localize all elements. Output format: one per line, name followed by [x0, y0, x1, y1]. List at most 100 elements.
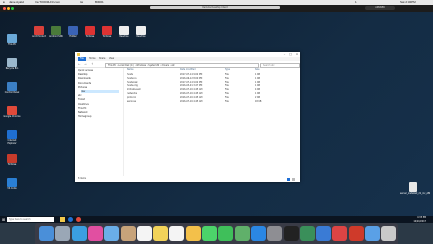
desktop-icon[interactable]: Fiddler: [64, 26, 82, 39]
explorer-status-bar: 8 items: [75, 176, 300, 182]
zoom-icon[interactable]: [11, 6, 14, 10]
chrome-dock-icon[interactable]: [332, 226, 348, 241]
file-type: File: [225, 99, 229, 103]
explorer-nav-pane: Quick access Desktop Downloads Documents Pic…: [75, 68, 124, 176]
desktop-icon-label: VS Code: [7, 187, 17, 190]
desktop-icon-label: Tortoise: [7, 163, 17, 166]
desktop-icon-label: Readme: [119, 35, 129, 38]
large-icons-view-icon[interactable]: [292, 177, 295, 181]
xcode-dock-icon[interactable]: [316, 226, 332, 241]
launchpad-dock-icon[interactable]: [55, 226, 71, 241]
explorer-file-list: Name Date modified Type Size hosts 2017-0…: [125, 68, 297, 176]
desktop-icon[interactable]: Tortoise: [3, 154, 21, 167]
chrome-taskbar-icon[interactable]: [76, 217, 81, 222]
reminders-dock-icon[interactable]: [169, 226, 185, 241]
column-header-date[interactable]: Date modified: [180, 68, 196, 72]
nav-item[interactable]: This PC: [78, 107, 86, 110]
mac-dock: [35, 223, 398, 244]
contacts-dock-icon[interactable]: [120, 226, 136, 241]
desktop-icon[interactable]: Tortoise: [98, 26, 116, 39]
ribbon-tab-home[interactable]: Home: [89, 57, 95, 61]
desktop-icon[interactable]: Readme: [115, 26, 133, 39]
desktop-icon[interactable]: Android SDK: [47, 26, 65, 39]
finder-dock-icon[interactable]: [39, 226, 54, 241]
desktop-file-icon[interactable]: server_installed_21_inc_ABI: [400, 182, 431, 196]
itunes-dock-icon[interactable]: [87, 226, 103, 241]
desktop-icon[interactable]: Tortoise: [81, 26, 99, 39]
nav-item[interactable]: Downloads: [78, 77, 91, 80]
app-icon: [68, 26, 78, 35]
desktop-icon[interactable]: Recycle Bin: [3, 58, 21, 71]
nav-item[interactable]: dev: [81, 90, 119, 93]
nav-item[interactable]: Documents: [78, 82, 91, 85]
nav-item[interactable]: Homegroup: [78, 115, 91, 118]
desktop-icon[interactable]: This PC: [3, 34, 21, 47]
nav-item[interactable]: OneDrive: [78, 103, 89, 106]
facetime-dock-icon[interactable]: [218, 226, 234, 241]
item-count: 8 items: [78, 177, 87, 180]
desktop-icon[interactable]: VS Code: [3, 178, 21, 191]
app-icon: [51, 26, 61, 35]
desktop-file-label: server_installed_21_inc_ABI: [400, 192, 431, 195]
calendar-dock-icon[interactable]: [136, 226, 152, 241]
safari-dock-icon[interactable]: [71, 226, 87, 241]
nav-item[interactable]: etc: [78, 94, 82, 97]
desktop-icon-label: Recycle Bin: [5, 67, 19, 70]
mail-dock-icon[interactable]: [104, 226, 120, 241]
desktop-icon-label: Readme: [136, 35, 146, 38]
nav-item[interactable]: Quick access: [78, 69, 93, 72]
preferences-dock-icon[interactable]: [267, 226, 283, 241]
app-icon: [34, 26, 44, 35]
nav-item[interactable]: Network: [78, 111, 88, 114]
remote-desktop-dock-icon[interactable]: [348, 226, 364, 241]
windows-taskbar: ⊞ Type here to search 4:35 PM 10/20/2017: [0, 216, 433, 223]
file-row[interactable]: services 2016-07-16 4:45 AM File 18 KB: [125, 100, 297, 104]
app-icon: [136, 26, 146, 35]
desktop-icon-label: Fiddler: [69, 35, 77, 38]
photos-dock-icon[interactable]: [185, 226, 201, 241]
appstore-dock-icon[interactable]: [250, 226, 266, 241]
file-size: 18 KB: [255, 99, 262, 103]
terminal-dock-icon[interactable]: [283, 226, 299, 241]
desktop-icon-label: Internet Explorer: [7, 139, 17, 145]
desktop-icon[interactable]: Control Panel: [3, 82, 21, 95]
app-icon: [7, 82, 17, 91]
downloads-dock-icon[interactable]: [365, 226, 380, 241]
desktop-icon[interactable]: Internet Explorer: [3, 130, 21, 145]
trash-dock-icon[interactable]: [381, 226, 397, 241]
close-icon[interactable]: [3, 6, 6, 10]
desktop-icon[interactable]: Google Chrome: [3, 106, 21, 119]
windows-start-icon[interactable]: ⊞: [1, 217, 6, 222]
maps-dock-icon[interactable]: [234, 226, 250, 241]
column-header-name[interactable]: Name: [127, 68, 133, 72]
app-icon: [119, 26, 129, 35]
desktop-icon-label: Tortoise: [85, 35, 95, 38]
taskbar-clock[interactable]: 4:35 PM 10/20/2017: [404, 216, 426, 223]
messages-dock-icon[interactable]: [202, 226, 217, 241]
ribbon-tab-view[interactable]: View: [109, 57, 114, 61]
edge-taskbar-icon[interactable]: [68, 217, 73, 222]
ribbon-tab-share[interactable]: Share: [99, 57, 105, 61]
back-arrow-icon[interactable]: ←: [78, 62, 81, 67]
app-icon: [85, 26, 95, 35]
forward-arrow-icon[interactable]: →: [84, 62, 87, 67]
nav-item[interactable]: Ticket: [78, 98, 85, 101]
remote-desktop-window: Remote Desktop Client ANSWER This PC Recy…: [0, 5, 433, 223]
desktop-icon-label: Google Chrome: [3, 115, 21, 118]
notes-dock-icon[interactable]: [153, 226, 169, 241]
app-icon: [7, 154, 17, 163]
file-explorer-taskbar-icon[interactable]: [60, 217, 65, 222]
taskbar-search-input[interactable]: Type here to search: [7, 217, 54, 222]
up-arrow-icon[interactable]: ↑: [91, 62, 94, 67]
ribbon-tab-file[interactable]: File: [78, 57, 86, 61]
details-view-icon[interactable]: [287, 177, 290, 181]
column-header-type[interactable]: Type: [225, 68, 230, 72]
nav-item[interactable]: Pictures: [78, 86, 87, 89]
minimize-icon[interactable]: [7, 6, 10, 10]
desktop-icon[interactable]: Readme: [132, 26, 150, 39]
column-header-size[interactable]: Size: [255, 68, 260, 72]
desktop-icon[interactable]: Acct Product: [30, 26, 48, 39]
android-studio-dock-icon[interactable]: [299, 226, 315, 241]
explorer-ribbon: File Home Share View: [75, 57, 300, 61]
nav-item[interactable]: Desktop: [78, 73, 87, 76]
